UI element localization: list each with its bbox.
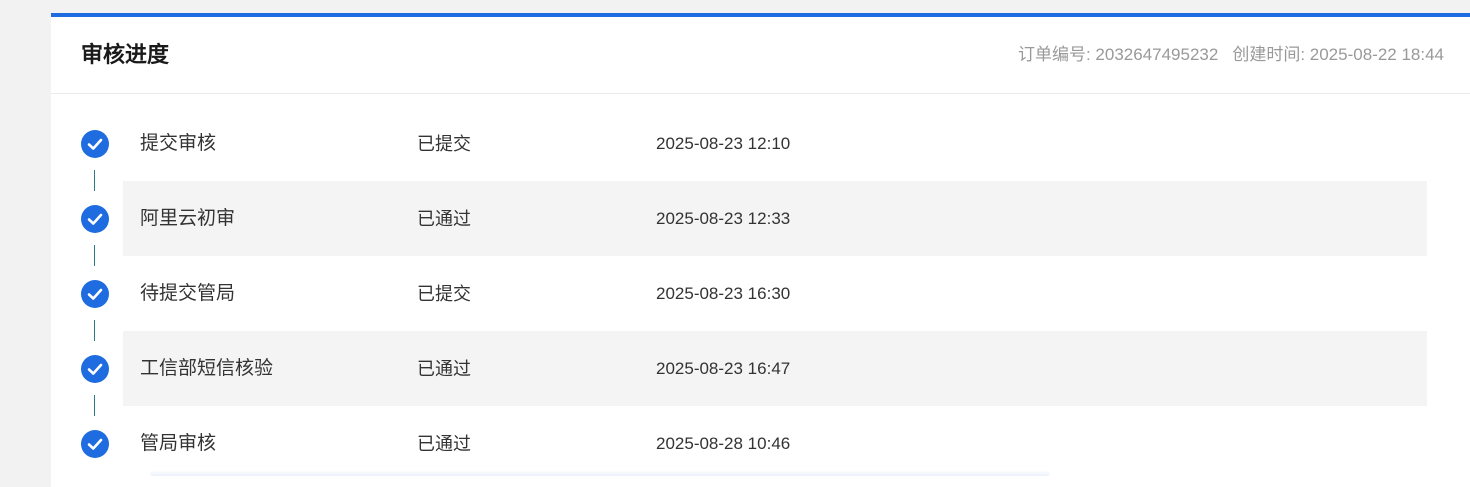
- step-status: 已通过: [417, 359, 471, 379]
- step-name: 管局审核: [140, 433, 217, 454]
- order-meta: 订单编号: 2032647495232 创建时间: 2025-08-22 18:4…: [1018, 44, 1444, 66]
- step-name: 提交审核: [140, 133, 217, 154]
- step-time: 2025-08-28 10:46: [656, 434, 791, 453]
- check-circle-icon: [81, 205, 109, 233]
- created-time: 创建时间: 2025-08-22 18:44: [1232, 45, 1444, 64]
- step-status: 已提交: [417, 134, 471, 154]
- step-row: 提交审核 已提交 2025-08-23 12:10: [51, 106, 1470, 191]
- order-number: 订单编号: 2032647495232: [1017, 45, 1219, 64]
- step-name: 待提交管局: [140, 283, 236, 304]
- check-circle-icon: [81, 130, 109, 158]
- step-name: 阿里云初审: [140, 208, 236, 229]
- review-progress-panel: 审核进度 订单编号: 2032647495232 创建时间: 2025-08-22…: [51, 13, 1470, 487]
- step-time: 2025-08-23 16:30: [656, 284, 791, 303]
- step-status: 已通过: [417, 434, 471, 454]
- bottom-shadow: [150, 470, 1050, 476]
- step-name: 工信部短信核验: [140, 358, 274, 379]
- step-time: 2025-08-23 16:47: [656, 359, 791, 378]
- check-circle-icon: [81, 430, 109, 458]
- step-row: 待提交管局 已提交 2025-08-23 16:30: [51, 256, 1470, 341]
- step-time: 2025-08-23 12:10: [656, 134, 791, 153]
- panel-header: 审核进度 订单编号: 2032647495232 创建时间: 2025-08-22…: [51, 17, 1470, 94]
- page-title: 审核进度: [81, 42, 170, 67]
- step-row: 工信部短信核验 已通过 2025-08-23 16:47: [51, 331, 1470, 416]
- check-circle-icon: [81, 355, 109, 383]
- step-time: 2025-08-23 12:33: [656, 209, 791, 228]
- check-circle-icon: [81, 280, 109, 308]
- step-status: 已提交: [417, 284, 471, 304]
- step-status: 已通过: [417, 209, 471, 229]
- step-row: 阿里云初审 已通过 2025-08-23 12:33: [51, 181, 1470, 266]
